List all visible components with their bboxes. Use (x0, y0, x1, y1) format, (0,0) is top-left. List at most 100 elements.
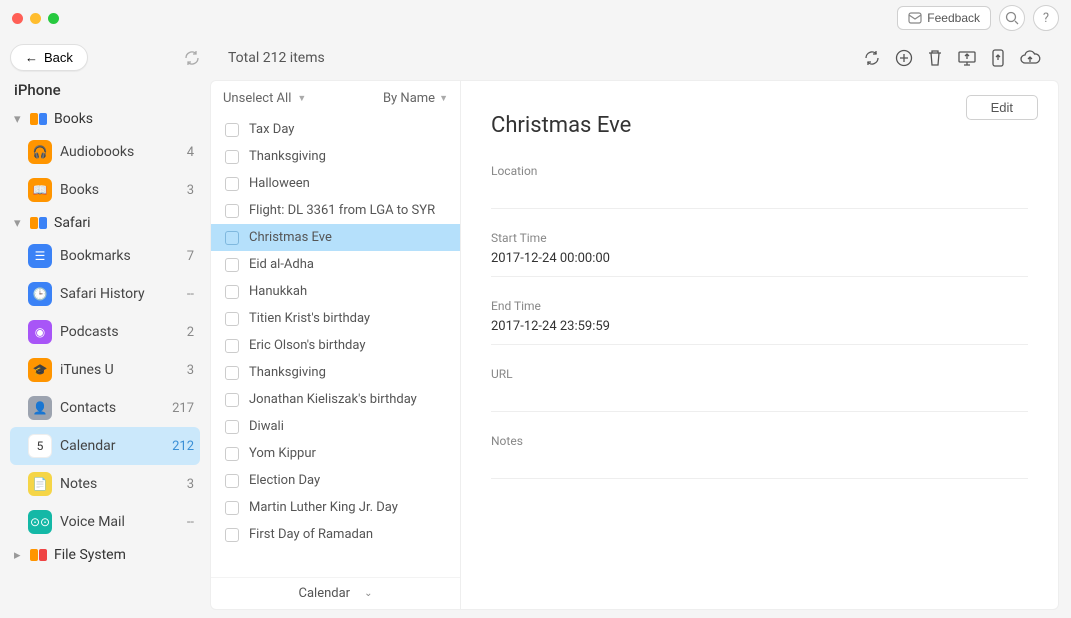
chevron-down-icon: ▾ (14, 112, 24, 127)
checkbox[interactable] (225, 393, 239, 407)
search-button[interactable] (999, 5, 1025, 31)
checkbox[interactable] (225, 339, 239, 353)
checkbox[interactable] (225, 447, 239, 461)
list-item[interactable]: First Day of Ramadan (211, 521, 460, 548)
list-item-label: Hanukkah (249, 284, 307, 299)
checkbox[interactable] (225, 366, 239, 380)
app-icon: 📖 (28, 178, 52, 202)
filesystem-icon (30, 549, 48, 561)
refresh-icon (863, 49, 881, 67)
list-item[interactable]: Martin Luther King Jr. Day (211, 494, 460, 521)
add-button[interactable] (895, 49, 913, 67)
arrow-left-icon: ← (25, 50, 38, 65)
sidebar-item-audiobooks[interactable]: 🎧Audiobooks4 (10, 133, 200, 171)
delete-button[interactable] (927, 49, 943, 67)
app-icon: 5 (28, 434, 52, 458)
sidebar-group-safari[interactable]: ▾ Safari (10, 209, 200, 237)
app-icon: 👤 (28, 396, 52, 420)
checkbox[interactable] (225, 528, 239, 542)
main-header: Total 212 items (210, 36, 1059, 80)
list-item[interactable]: Eric Olson's birthday (211, 332, 460, 359)
sort-dropdown[interactable]: By Name ▼ (383, 91, 448, 106)
group-label: Safari (54, 215, 91, 231)
app-icon: ◉ (28, 320, 52, 344)
list-item[interactable]: Hanukkah (211, 278, 460, 305)
back-button[interactable]: ← Back (10, 44, 88, 71)
sidebar-item-podcasts[interactable]: ◉Podcasts2 (10, 313, 200, 351)
list-item[interactable]: Yom Kippur (211, 440, 460, 467)
sidebar-item-count: -- (187, 515, 194, 530)
sidebar-item-calendar[interactable]: 5Calendar212 (10, 427, 200, 465)
trash-icon (927, 49, 943, 67)
sidebar-item-safari-history[interactable]: 🕒Safari History-- (10, 275, 200, 313)
list-item[interactable]: Halloween (211, 170, 460, 197)
checkbox[interactable] (225, 501, 239, 515)
sidebar-item-contacts[interactable]: 👤Contacts217 (10, 389, 200, 427)
list-item[interactable]: Titien Krist's birthday (211, 305, 460, 332)
list-item-label: Titien Krist's birthday (249, 311, 370, 326)
to-cloud-button[interactable] (1019, 49, 1041, 67)
list-item[interactable]: Thanksgiving (211, 143, 460, 170)
refresh-button[interactable] (863, 49, 881, 67)
close-icon[interactable] (12, 13, 23, 24)
sidebar-item-label: Contacts (60, 400, 164, 416)
group-label: File System (54, 547, 126, 563)
list-item[interactable]: Christmas Eve (211, 224, 460, 251)
sidebar-item-books[interactable]: 📖Books3 (10, 171, 200, 209)
edit-button[interactable]: Edit (966, 95, 1038, 120)
sidebar-item-label: Podcasts (60, 324, 179, 340)
to-device-button[interactable] (991, 49, 1005, 67)
list-item[interactable]: Tax Day (211, 116, 460, 143)
chevron-down-icon: ▾ (14, 216, 24, 231)
list-item[interactable]: Election Day (211, 467, 460, 494)
chevron-down-icon: ▼ (297, 93, 306, 104)
field-label: Notes (491, 434, 1028, 448)
feedback-button[interactable]: Feedback (897, 6, 991, 30)
export-button[interactable] (957, 49, 977, 67)
checkbox[interactable] (225, 123, 239, 137)
sidebar-item-count: 7 (187, 249, 194, 264)
checkbox[interactable] (225, 312, 239, 326)
select-all-label: Unselect All (223, 91, 291, 106)
checkbox[interactable] (225, 420, 239, 434)
chevron-right-icon: ▸ (14, 548, 24, 563)
detail-field-notes: Notes (491, 434, 1028, 479)
sidebar-group-books[interactable]: ▾Books (10, 105, 200, 133)
books-pair-icon (30, 113, 48, 125)
list-footer-dropdown[interactable]: Calendar ⌄ (211, 577, 460, 609)
list-item-label: First Day of Ramadan (249, 527, 373, 542)
list-item[interactable]: Jonathan Kieliszak's birthday (211, 386, 460, 413)
item-list: Unselect All ▼ By Name ▼ Tax DayThanksgi… (211, 81, 461, 609)
checkbox[interactable] (225, 474, 239, 488)
sidebar-group-filesystem[interactable]: ▸ File System (10, 541, 200, 569)
sidebar-item-label: Audiobooks (60, 144, 179, 160)
list-item[interactable]: Diwali (211, 413, 460, 440)
list-item[interactable]: Flight: DL 3361 from LGA to SYR (211, 197, 460, 224)
chevron-down-icon: ⌄ (364, 588, 372, 599)
sidebar-item-voice-mail[interactable]: ⊙⊙Voice Mail-- (10, 503, 200, 541)
field-value: 2017-12-24 23:59:59 (491, 319, 1028, 334)
select-all-toggle[interactable]: Unselect All ▼ (223, 91, 306, 106)
checkbox[interactable] (225, 231, 239, 245)
checkbox[interactable] (225, 258, 239, 272)
list-item[interactable]: Eid al-Adha (211, 251, 460, 278)
sidebar-item-count: 3 (187, 363, 194, 378)
sidebar-refresh-button[interactable] (184, 50, 200, 66)
app-icon: 🎓 (28, 358, 52, 382)
feedback-label: Feedback (927, 11, 980, 25)
list-item[interactable]: Thanksgiving (211, 359, 460, 386)
computer-icon (957, 50, 977, 66)
list-item-label: Jonathan Kieliszak's birthday (249, 392, 417, 407)
checkbox[interactable] (225, 285, 239, 299)
checkbox[interactable] (225, 150, 239, 164)
checkbox[interactable] (225, 177, 239, 191)
sidebar-item-itunes-u[interactable]: 🎓iTunes U3 (10, 351, 200, 389)
minimize-icon[interactable] (30, 13, 41, 24)
help-button[interactable]: ? (1033, 5, 1059, 31)
checkbox[interactable] (225, 204, 239, 218)
phone-icon (991, 49, 1005, 67)
maximize-icon[interactable] (48, 13, 59, 24)
field-label: End Time (491, 299, 1028, 313)
sidebar-item-notes[interactable]: 📄Notes3 (10, 465, 200, 503)
sidebar-item-bookmarks[interactable]: ☰Bookmarks7 (10, 237, 200, 275)
